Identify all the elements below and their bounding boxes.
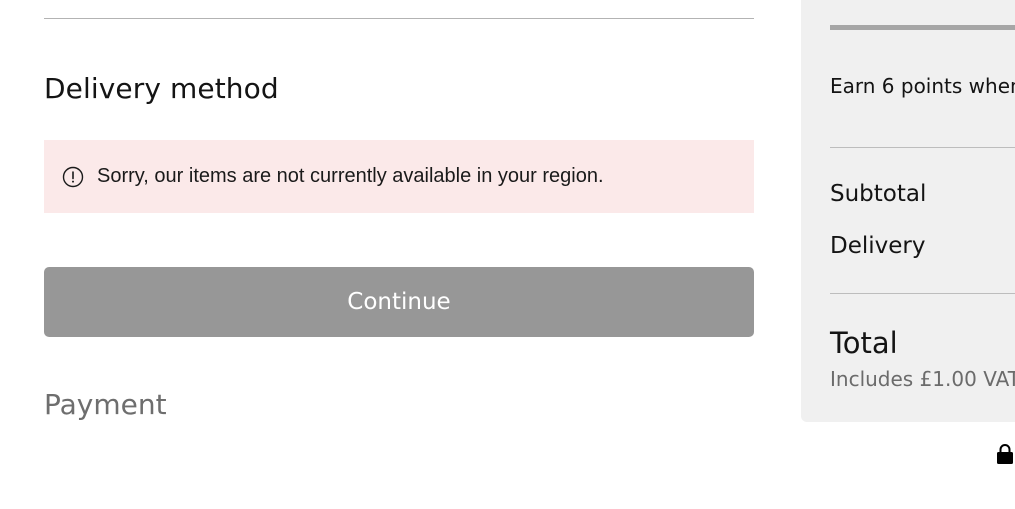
total-label: Total bbox=[830, 326, 898, 360]
summary-progress-bar bbox=[830, 25, 1015, 30]
delivery-label: Delivery bbox=[830, 233, 926, 259]
delivery-method-heading: Delivery method bbox=[44, 72, 279, 105]
region-unavailable-alert: Sorry, our items are not currently avail… bbox=[44, 140, 754, 213]
alert-circle-icon bbox=[62, 166, 84, 187]
summary-divider bbox=[830, 293, 1015, 294]
section-divider bbox=[44, 18, 754, 19]
vat-note: Includes £1.00 VAT bbox=[830, 367, 1015, 391]
payment-heading: Payment bbox=[44, 388, 167, 421]
checkout-page: Delivery method Sorry, our items are not… bbox=[0, 0, 1015, 509]
loyalty-points-text: Earn 6 points when bbox=[830, 74, 1015, 98]
lock-icon bbox=[997, 444, 1013, 464]
continue-button[interactable]: Continue bbox=[44, 267, 754, 337]
alert-message: Sorry, our items are not currently avail… bbox=[97, 165, 604, 187]
subtotal-label: Subtotal bbox=[830, 181, 927, 207]
summary-divider bbox=[830, 147, 1015, 148]
